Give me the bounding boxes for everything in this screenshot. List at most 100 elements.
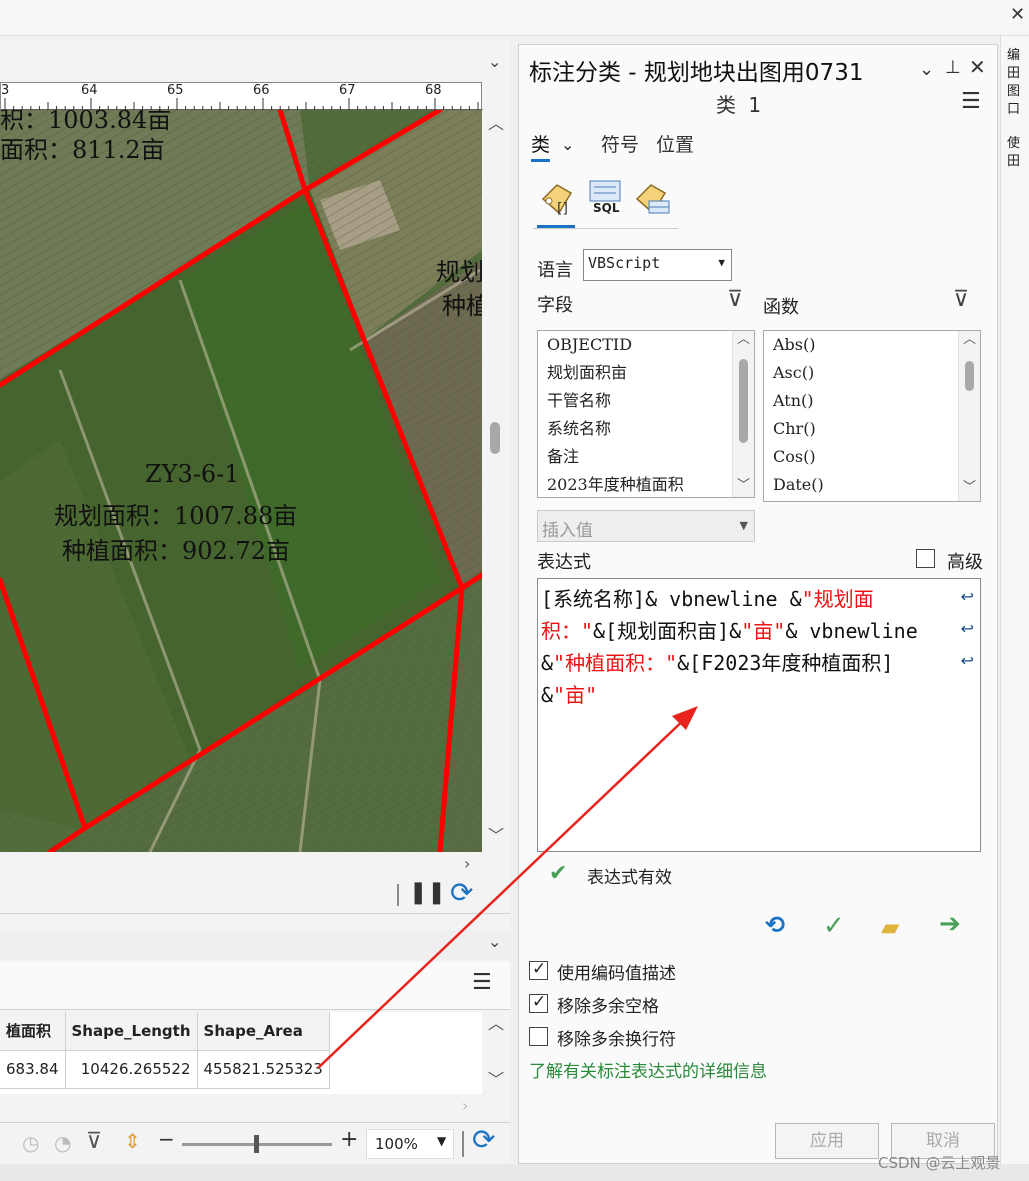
apply-button[interactable]: 应用 (775, 1123, 879, 1159)
folder-open-icon[interactable]: ▰ (881, 913, 899, 941)
insert-value-dropdown[interactable]: 插入值 ▼ (537, 510, 755, 542)
advanced-checkbox[interactable] (916, 549, 935, 568)
expr-string-token: 积：" (541, 619, 594, 643)
tab-symbol[interactable]: 符号 (601, 130, 639, 157)
expression-editor[interactable]: [系统名称]& vbnewline &"规划面 ↩ 积："&[规划面积亩]&"亩… (537, 578, 981, 852)
dock-tab-text[interactable]: 使 (1007, 132, 1020, 151)
table-vertical-scrollbar[interactable]: ︿ ﹀ (482, 1012, 510, 1094)
chevron-down-icon[interactable]: ⌄ (919, 59, 934, 80)
table-cell[interactable]: 455821.525323 (197, 1050, 330, 1089)
label-placement-tab[interactable] (633, 179, 671, 221)
table-cell[interactable]: 10426.265522 (65, 1050, 198, 1089)
menu-icon[interactable]: ☰ (961, 89, 981, 114)
list-item[interactable]: OBJECTID (538, 331, 754, 359)
list-item[interactable]: Chr() (764, 415, 980, 443)
dock-tab-text[interactable]: 口 (1007, 98, 1020, 117)
help-link[interactable]: 了解有关标注表达式的详细信息 (529, 1057, 767, 1082)
chevron-down-icon: ▼ (739, 519, 748, 532)
scroll-right-icon[interactable]: › (462, 1098, 468, 1114)
dock-tab-text[interactable]: 田 (1007, 62, 1020, 81)
list-item[interactable]: 干管名称 (538, 387, 754, 415)
remove-extra-linebreaks-checkbox[interactable] (529, 1027, 548, 1046)
zoom-level-select[interactable]: 100% ▼ (366, 1129, 454, 1159)
list-item[interactable]: Abs() (764, 331, 980, 359)
dock-tab-text[interactable]: 编 (1007, 44, 1020, 63)
list-scrollbar[interactable]: ︿ ﹀ (732, 331, 754, 497)
refresh-icon[interactable]: ⟳ (472, 1123, 495, 1156)
expr-string-token: "亩" (553, 683, 598, 707)
map-label-parcel-area: 规划面积：1007.88亩 (54, 502, 298, 530)
menu-icon[interactable]: ☰ (472, 970, 492, 995)
use-coded-value-checkbox[interactable] (529, 959, 548, 980)
scrollbar-thumb[interactable] (490, 422, 500, 454)
map-vertical-scrollbar[interactable]: ︿ ﹀ (482, 110, 510, 852)
filter-icon[interactable]: ⊽ (727, 287, 743, 312)
ruler-label: 64 (81, 83, 98, 98)
list-item[interactable]: 系统名称 (538, 415, 754, 443)
chevron-down-icon[interactable]: ⌄ (561, 135, 574, 154)
close-icon[interactable]: ✕ (969, 55, 986, 79)
scroll-up-icon[interactable]: ︿ (963, 333, 976, 346)
zoom-out-icon[interactable]: − (158, 1127, 175, 1151)
list-item[interactable]: 备注 (538, 443, 754, 471)
scroll-up-icon[interactable]: ︿ (737, 333, 750, 346)
dock-tab-text[interactable]: 图 (1007, 80, 1020, 99)
dock-tab-text[interactable]: 田 (1007, 150, 1020, 169)
label-expression-tab[interactable]: [] (537, 179, 575, 221)
scroll-right-icon[interactable]: › (464, 856, 470, 872)
scroll-up-icon[interactable]: ︿ (488, 1016, 504, 1032)
insert-value-label: 插入值 (542, 521, 593, 541)
remove-extra-spaces-checkbox[interactable] (529, 992, 548, 1013)
filter-icon[interactable]: ⊽ (953, 287, 969, 312)
column-header[interactable]: Shape_Length (65, 1012, 198, 1051)
attribute-grid: 植面积 Shape_Length Shape_Area 683.84 10426… (0, 1012, 330, 1089)
timer-icon[interactable]: ◔ (54, 1131, 71, 1155)
scroll-up-icon[interactable]: ︿ (488, 116, 504, 132)
zoom-slider-handle[interactable] (254, 1135, 259, 1153)
table-cell[interactable]: 683.84 (0, 1050, 66, 1089)
sort-icon[interactable]: ⇕ (124, 1129, 141, 1153)
chevron-down-icon[interactable]: ⌄ (488, 932, 501, 951)
list-item[interactable]: Asc() (764, 359, 980, 387)
map-horizontal-scrollbar[interactable]: › (0, 852, 482, 878)
list-item[interactable]: 2023年度种植面积 (538, 471, 754, 497)
list-scrollbar[interactable]: ︿ ﹀ (958, 331, 980, 501)
language-select[interactable]: VBScript ▼ (583, 249, 732, 281)
column-header[interactable]: 植面积 (0, 1012, 66, 1051)
arrow-right-icon[interactable]: ➔ (939, 909, 961, 939)
list-item[interactable]: 规划面积亩 (538, 359, 754, 387)
tag-edit-icon: [] (541, 184, 573, 217)
chevron-down-icon[interactable]: ⌄ (488, 52, 501, 71)
close-icon[interactable]: ✕ (1010, 4, 1025, 25)
filter-table-icon[interactable]: ⊽ (86, 1129, 102, 1154)
satellite-imagery (0, 110, 482, 852)
table-horizontal-scrollbar[interactable]: › (0, 1094, 482, 1122)
map-view[interactable]: 积：1003.84亩 面积：811.2亩 ZY3-6-1 规划面积：1007.8… (0, 110, 482, 852)
undo-icon[interactable]: ⟲ (765, 911, 785, 939)
functions-list[interactable]: Abs() Asc() Atn() Chr() Cos() Date() ︿ ﹀ (763, 330, 981, 502)
list-item[interactable]: Cos() (764, 443, 980, 471)
scroll-down-icon[interactable]: ﹀ (737, 479, 750, 492)
list-item[interactable]: Date() (764, 471, 980, 499)
scrollbar-thumb[interactable] (739, 359, 748, 443)
verify-icon[interactable]: ✓ (823, 911, 845, 941)
column-header[interactable]: Shape_Area (197, 1012, 330, 1051)
scroll-down-icon[interactable]: ﹀ (963, 481, 976, 494)
scrollbar-thumb[interactable] (965, 361, 974, 391)
scroll-down-icon[interactable]: ﹀ (488, 1072, 504, 1088)
pause-icon[interactable]: ❚❚ (409, 880, 446, 905)
zoom-in-icon[interactable]: + (340, 1127, 358, 1152)
tab-position[interactable]: 位置 (656, 130, 694, 157)
table-row[interactable]: 683.84 10426.265522 455821.525323 (0, 1050, 330, 1089)
zoom-level-value: 100% (375, 1135, 418, 1153)
class-name[interactable]: 类 1 (716, 89, 764, 118)
fields-list[interactable]: OBJECTID 规划面积亩 干管名称 系统名称 备注 2023年度种植面积 ︿… (537, 330, 755, 498)
list-item[interactable]: Atn() (764, 387, 980, 415)
svg-text:[]: [] (557, 201, 568, 217)
scroll-down-icon[interactable]: ﹀ (488, 828, 504, 844)
pin-icon[interactable]: ⊥ (945, 57, 961, 78)
tab-class[interactable]: 类 (531, 130, 551, 162)
refresh-icon[interactable]: ⟳ (450, 876, 473, 909)
sql-query-tab[interactable]: SQL (587, 179, 625, 221)
clock-icon[interactable]: ◷ (22, 1131, 39, 1155)
